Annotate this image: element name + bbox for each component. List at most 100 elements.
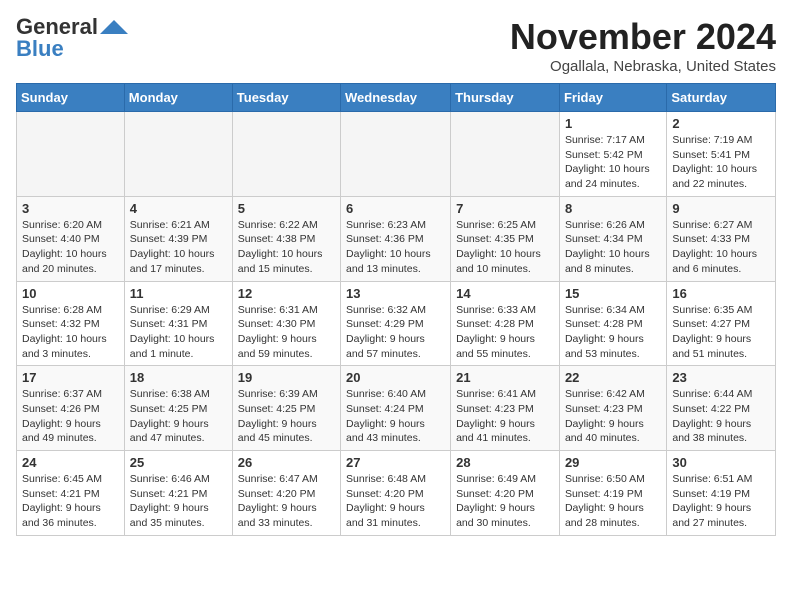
day-info: Sunrise: 6:32 AM Sunset: 4:29 PM Dayligh… [346,303,445,362]
day-number: 11 [130,286,227,301]
calendar-cell: 4 Sunrise: 6:21 AM Sunset: 4:39 PM Daylig… [124,196,232,281]
day-info: Sunrise: 6:40 AM Sunset: 4:24 PM Dayligh… [346,387,445,446]
calendar-cell: 18Sunrise: 6:38 AM Sunset: 4:25 PM Dayli… [124,366,232,451]
day-info: Sunrise: 6:37 AM Sunset: 4:26 PM Dayligh… [22,387,119,446]
col-header-wednesday: Wednesday [341,84,451,112]
location-title: Ogallala, Nebraska, United States [510,58,776,75]
calendar-cell: 11 Sunrise: 6:29 AM Sunset: 4:31 PM Dayli… [124,281,232,366]
col-header-friday: Friday [559,84,666,112]
day-info: Sunrise: 6:23 AM Sunset: 4:36 PM Dayligh… [346,218,445,277]
day-info: Sunrise: 6:50 AM Sunset: 4:19 PM Dayligh… [565,472,661,531]
calendar-cell: 22Sunrise: 6:42 AM Sunset: 4:23 PM Dayli… [559,366,666,451]
calendar-cell [341,112,451,197]
day-number: 24 [22,455,119,470]
calendar-cell: 20Sunrise: 6:40 AM Sunset: 4:24 PM Dayli… [341,366,451,451]
day-number: 3 [22,201,119,216]
day-info: Sunrise: 6:51 AM Sunset: 4:19 PM Dayligh… [672,472,770,531]
day-info: Sunrise: 7:19 AM Sunset: 5:41 PM Dayligh… [672,133,770,192]
col-header-thursday: Thursday [451,84,560,112]
day-number: 22 [565,370,661,385]
calendar-cell: 26 Sunrise: 6:47 AM Sunset: 4:20 PM Dayli… [232,451,340,536]
calendar-cell: 3 Sunrise: 6:20 AM Sunset: 4:40 PM Daylig… [17,196,125,281]
day-info: Sunrise: 6:46 AM Sunset: 4:21 PM Dayligh… [130,472,227,531]
day-number: 9 [672,201,770,216]
week-row-2: 3 Sunrise: 6:20 AM Sunset: 4:40 PM Daylig… [17,196,776,281]
calendar-cell: 1Sunrise: 7:17 AM Sunset: 5:42 PM Daylig… [559,112,666,197]
day-info: Sunrise: 6:20 AM Sunset: 4:40 PM Dayligh… [22,218,119,277]
calendar-cell: 28Sunrise: 6:49 AM Sunset: 4:20 PM Dayli… [451,451,560,536]
day-number: 5 [238,201,335,216]
calendar-cell: 21 Sunrise: 6:41 AM Sunset: 4:23 PM Dayli… [451,366,560,451]
day-number: 26 [238,455,335,470]
day-number: 29 [565,455,661,470]
col-header-saturday: Saturday [667,84,776,112]
calendar-cell: 17 Sunrise: 6:37 AM Sunset: 4:26 PM Dayli… [17,366,125,451]
calendar-cell: 24Sunrise: 6:45 AM Sunset: 4:21 PM Dayli… [17,451,125,536]
day-info: Sunrise: 6:29 AM Sunset: 4:31 PM Dayligh… [130,303,227,362]
day-number: 21 [456,370,554,385]
col-header-sunday: Sunday [17,84,125,112]
calendar-cell: 6 Sunrise: 6:23 AM Sunset: 4:36 PM Daylig… [341,196,451,281]
day-number: 14 [456,286,554,301]
calendar-cell: 9 Sunrise: 6:27 AM Sunset: 4:33 PM Daylig… [667,196,776,281]
title-block: November 2024 Ogallala, Nebraska, United… [510,16,776,75]
calendar-cell: 29 Sunrise: 6:50 AM Sunset: 4:19 PM Dayli… [559,451,666,536]
calendar-header-row: SundayMondayTuesdayWednesdayThursdayFrid… [17,84,776,112]
day-number: 12 [238,286,335,301]
calendar-cell: 8 Sunrise: 6:26 AM Sunset: 4:34 PM Daylig… [559,196,666,281]
calendar-cell [17,112,125,197]
day-info: Sunrise: 6:44 AM Sunset: 4:22 PM Dayligh… [672,387,770,446]
month-title: November 2024 [510,16,776,58]
day-number: 15 [565,286,661,301]
calendar-cell [451,112,560,197]
day-number: 25 [130,455,227,470]
col-header-monday: Monday [124,84,232,112]
week-row-4: 17 Sunrise: 6:37 AM Sunset: 4:26 PM Dayli… [17,366,776,451]
calendar-cell: 25 Sunrise: 6:46 AM Sunset: 4:21 PM Dayli… [124,451,232,536]
calendar-cell [124,112,232,197]
calendar-cell: 10 Sunrise: 6:28 AM Sunset: 4:32 PM Dayli… [17,281,125,366]
calendar-cell: 12Sunrise: 6:31 AM Sunset: 4:30 PM Dayli… [232,281,340,366]
calendar-cell [232,112,340,197]
day-number: 10 [22,286,119,301]
week-row-5: 24Sunrise: 6:45 AM Sunset: 4:21 PM Dayli… [17,451,776,536]
calendar-cell: 14 Sunrise: 6:33 AM Sunset: 4:28 PM Dayli… [451,281,560,366]
day-number: 8 [565,201,661,216]
calendar-table: SundayMondayTuesdayWednesdayThursdayFrid… [16,83,776,536]
day-info: Sunrise: 6:39 AM Sunset: 4:25 PM Dayligh… [238,387,335,446]
day-info: Sunrise: 6:28 AM Sunset: 4:32 PM Dayligh… [22,303,119,362]
calendar-cell: 15Sunrise: 6:34 AM Sunset: 4:28 PM Dayli… [559,281,666,366]
calendar-cell: 19Sunrise: 6:39 AM Sunset: 4:25 PM Dayli… [232,366,340,451]
day-number: 30 [672,455,770,470]
calendar-cell: 7 Sunrise: 6:25 AM Sunset: 4:35 PM Daylig… [451,196,560,281]
day-info: Sunrise: 6:26 AM Sunset: 4:34 PM Dayligh… [565,218,661,277]
day-info: Sunrise: 6:48 AM Sunset: 4:20 PM Dayligh… [346,472,445,531]
day-number: 7 [456,201,554,216]
day-number: 27 [346,455,445,470]
day-info: Sunrise: 6:27 AM Sunset: 4:33 PM Dayligh… [672,218,770,277]
day-info: Sunrise: 6:47 AM Sunset: 4:20 PM Dayligh… [238,472,335,531]
calendar-cell: 2 Sunrise: 7:19 AM Sunset: 5:41 PM Daylig… [667,112,776,197]
day-info: Sunrise: 6:25 AM Sunset: 4:35 PM Dayligh… [456,218,554,277]
day-number: 13 [346,286,445,301]
calendar-cell: 23Sunrise: 6:44 AM Sunset: 4:22 PM Dayli… [667,366,776,451]
calendar-cell: 27 Sunrise: 6:48 AM Sunset: 4:20 PM Dayli… [341,451,451,536]
day-number: 2 [672,116,770,131]
day-number: 17 [22,370,119,385]
day-number: 6 [346,201,445,216]
day-info: Sunrise: 6:21 AM Sunset: 4:39 PM Dayligh… [130,218,227,277]
day-info: Sunrise: 7:17 AM Sunset: 5:42 PM Dayligh… [565,133,661,192]
day-info: Sunrise: 6:35 AM Sunset: 4:27 PM Dayligh… [672,303,770,362]
logo-general: General [16,16,98,38]
calendar-cell: 5 Sunrise: 6:22 AM Sunset: 4:38 PM Daylig… [232,196,340,281]
day-number: 18 [130,370,227,385]
logo: General Blue [16,16,128,60]
day-info: Sunrise: 6:33 AM Sunset: 4:28 PM Dayligh… [456,303,554,362]
day-info: Sunrise: 6:22 AM Sunset: 4:38 PM Dayligh… [238,218,335,277]
col-header-tuesday: Tuesday [232,84,340,112]
calendar-cell: 13 Sunrise: 6:32 AM Sunset: 4:29 PM Dayli… [341,281,451,366]
day-info: Sunrise: 6:41 AM Sunset: 4:23 PM Dayligh… [456,387,554,446]
calendar-cell: 30 Sunrise: 6:51 AM Sunset: 4:19 PM Dayli… [667,451,776,536]
day-number: 4 [130,201,227,216]
calendar-cell: 16Sunrise: 6:35 AM Sunset: 4:27 PM Dayli… [667,281,776,366]
